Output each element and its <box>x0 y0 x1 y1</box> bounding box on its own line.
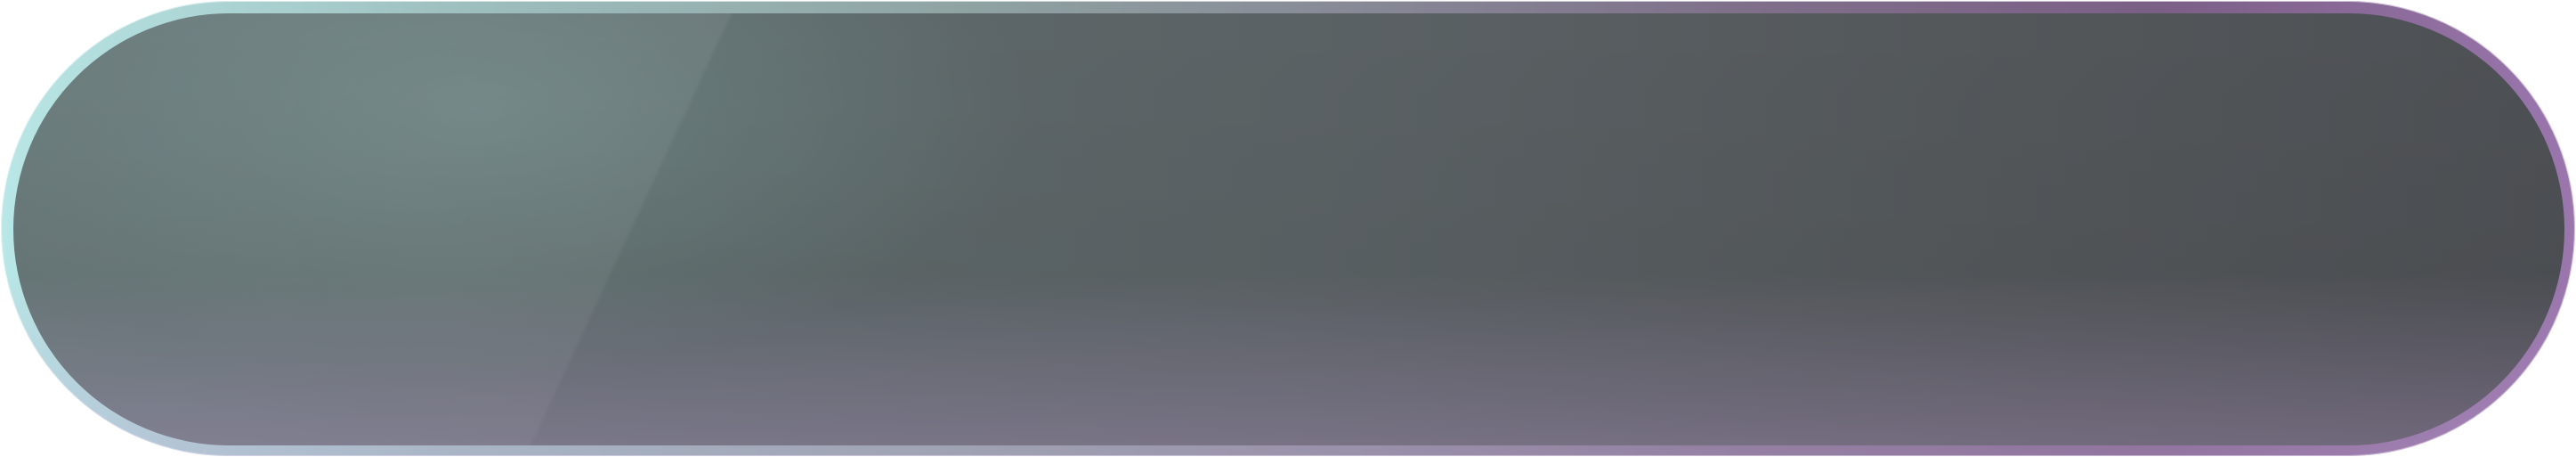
pill-button-label <box>13 13 2564 445</box>
stage <box>0 0 2576 457</box>
pill-button-border[interactable] <box>1 1 2575 456</box>
pill-button[interactable] <box>13 13 2564 445</box>
